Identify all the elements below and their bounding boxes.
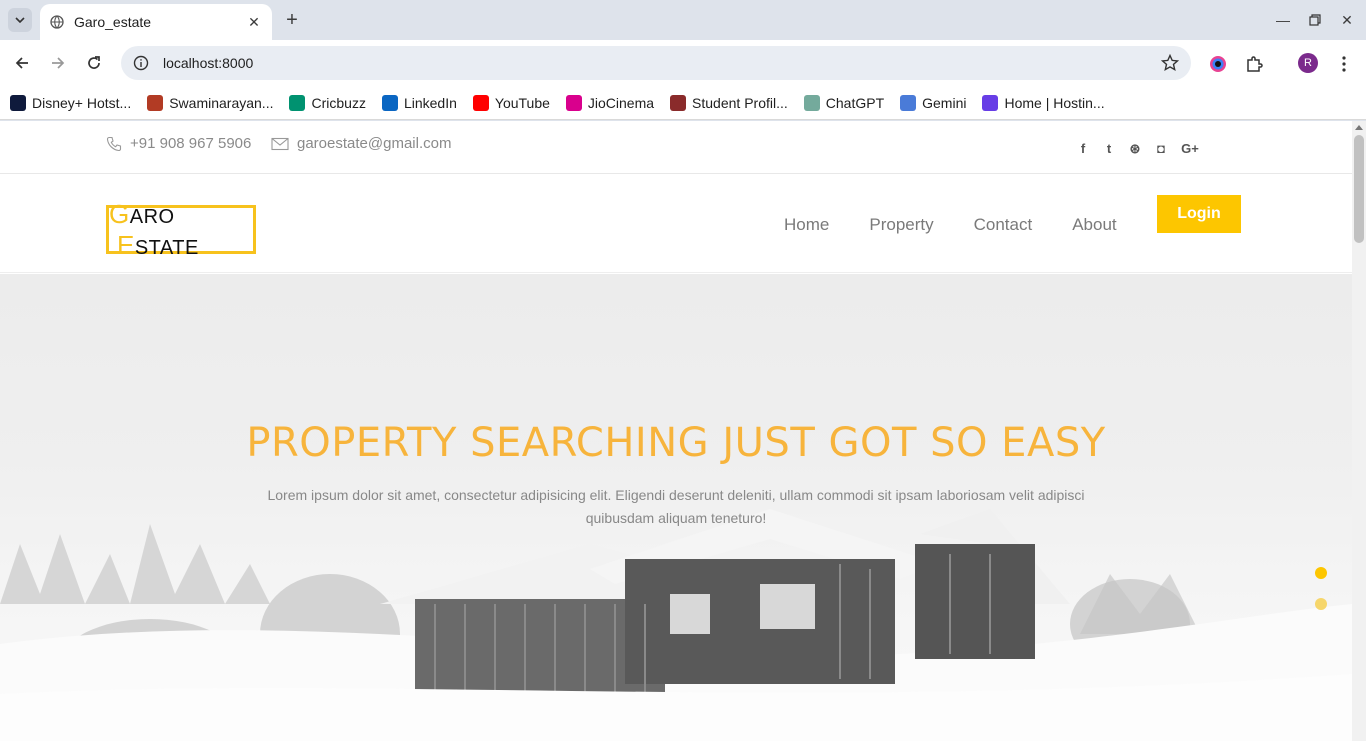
linkedin-icon	[381, 94, 398, 111]
dribbble-icon[interactable]: ⊛	[1128, 141, 1142, 157]
minimize-icon[interactable]: —	[1273, 10, 1293, 30]
bookmark-item[interactable]: Cricbuzz	[289, 94, 366, 111]
bookmark-label: ChatGPT	[825, 94, 885, 111]
url-text[interactable]: localhost:8000	[163, 55, 1161, 71]
back-arrow-icon[interactable]	[10, 51, 34, 75]
bookmark-label: Home | Hostin...	[1004, 94, 1105, 111]
contact-topbar: +91 908 967 5906 garoestate@gmail.com ft…	[0, 121, 1352, 174]
forward-arrow-icon[interactable]	[46, 51, 70, 75]
nav-about[interactable]: About	[1072, 215, 1116, 235]
phone-contact: +91 908 967 5906	[106, 135, 251, 152]
close-tab-icon[interactable]: ✕	[246, 14, 262, 30]
hostinger-icon	[982, 94, 999, 111]
bookmark-item[interactable]: Home | Hostin...	[982, 94, 1105, 111]
bookmarks-bar: Disney+ Hotst... Swaminarayan... Cricbuzz L…	[0, 86, 1366, 120]
bookmark-item[interactable]: Disney+ Hotst...	[10, 94, 132, 111]
hero-subtitle: Lorem ipsum dolor sit amet, consectetur …	[267, 487, 1085, 526]
jiocinema-icon	[565, 94, 582, 111]
tab-search-button[interactable]	[8, 8, 32, 32]
bookmark-item[interactable]: LinkedIn	[381, 94, 457, 111]
facebook-icon[interactable]: f	[1076, 141, 1090, 157]
chevron-down-icon	[15, 17, 25, 23]
globe-icon	[50, 15, 64, 29]
phone-number[interactable]: +91 908 967 5906	[130, 135, 251, 152]
bookmark-item[interactable]: YouTube	[472, 94, 550, 111]
bookmark-label: JioCinema	[587, 94, 655, 111]
swaminarayan-icon	[147, 94, 164, 111]
site-info-icon[interactable]	[133, 55, 149, 71]
address-bar[interactable]: localhost:8000	[121, 46, 1191, 80]
site-header: GARO ESTATE Home Property Contact About …	[0, 175, 1352, 273]
scrollbar-thumb[interactable]	[1354, 135, 1364, 243]
bookmark-label: Cricbuzz	[311, 94, 366, 111]
slider-dot[interactable]	[1315, 598, 1327, 610]
nav-contact[interactable]: Contact	[974, 215, 1033, 235]
tab-strip: Garo_estate ✕ + — ✕	[0, 0, 1366, 40]
bookmark-label: LinkedIn	[403, 94, 457, 111]
bookmark-item[interactable]: Gemini	[900, 94, 967, 111]
bookmark-item[interactable]: ChatGPT	[803, 94, 885, 111]
tab-title: Garo_estate	[74, 14, 152, 30]
disney-hotstar-icon	[10, 94, 26, 111]
email-address[interactable]: garoestate@gmail.com	[297, 135, 451, 152]
bookmark-item[interactable]: JioCinema	[565, 94, 655, 111]
logo-wordmark: GARO ESTATE	[109, 198, 199, 260]
google-plus-icon[interactable]: G+	[1180, 141, 1200, 157]
social-links: f t ⊛ ◘ G+	[1076, 141, 1200, 157]
new-tab-button[interactable]: +	[282, 10, 302, 30]
bookmark-label: YouTube	[494, 94, 550, 111]
bookmark-item[interactable]: Student Profil...	[670, 94, 788, 111]
restore-icon[interactable]	[1305, 10, 1325, 30]
profile-avatar[interactable]: R	[1298, 53, 1318, 73]
page-scrollbar[interactable]	[1352, 121, 1366, 741]
slider-dot-active[interactable]	[1315, 567, 1327, 579]
color-extension-icon[interactable]	[1207, 53, 1229, 75]
nav-home[interactable]: Home	[784, 215, 829, 235]
twitter-icon[interactable]: t	[1102, 141, 1116, 157]
login-button[interactable]: Login	[1157, 195, 1241, 233]
youtube-icon	[472, 94, 489, 111]
main-nav: Home Property Contact About	[784, 215, 1157, 235]
hero-title: PROPERTY SEARCHING JUST GOT SO EASY	[246, 420, 1106, 466]
page-viewport: +91 908 967 5906 garoestate@gmail.com ft…	[0, 121, 1352, 741]
bookmark-label: Student Profil...	[692, 94, 788, 111]
browser-tab[interactable]: Garo_estate ✕	[40, 4, 272, 40]
chatgpt-icon	[803, 94, 820, 111]
scroll-up-arrow-icon[interactable]	[1355, 125, 1363, 130]
bookmark-label: Gemini	[922, 94, 967, 111]
bookmark-star-icon[interactable]	[1161, 54, 1179, 72]
window-close-icon[interactable]: ✕	[1337, 10, 1357, 30]
nav-property[interactable]: Property	[869, 215, 933, 235]
envelope-icon	[271, 137, 289, 150]
bookmark-label: Disney+ Hotst...	[32, 94, 132, 111]
instagram-icon[interactable]: ◘	[1154, 141, 1168, 157]
garo-estate-logo[interactable]: GARO ESTATE	[106, 199, 256, 260]
email-contact: garoestate@gmail.com	[271, 135, 451, 152]
student-profile-icon	[670, 94, 687, 111]
cricbuzz-icon	[289, 94, 306, 111]
gemini-icon	[900, 94, 917, 111]
menu-kebab-icon[interactable]	[1333, 53, 1355, 75]
bookmark-label: Swaminarayan...	[169, 94, 274, 111]
extensions-puzzle-icon[interactable]	[1243, 53, 1265, 75]
reload-icon[interactable]	[82, 51, 106, 75]
browser-toolbar: localhost:8000	[0, 40, 1366, 86]
hero-section: PROPERTY SEARCHING JUST GOT SO EASY Lore…	[0, 274, 1352, 741]
bookmark-item[interactable]: Swaminarayan...	[147, 94, 274, 111]
phone-icon	[106, 136, 122, 151]
